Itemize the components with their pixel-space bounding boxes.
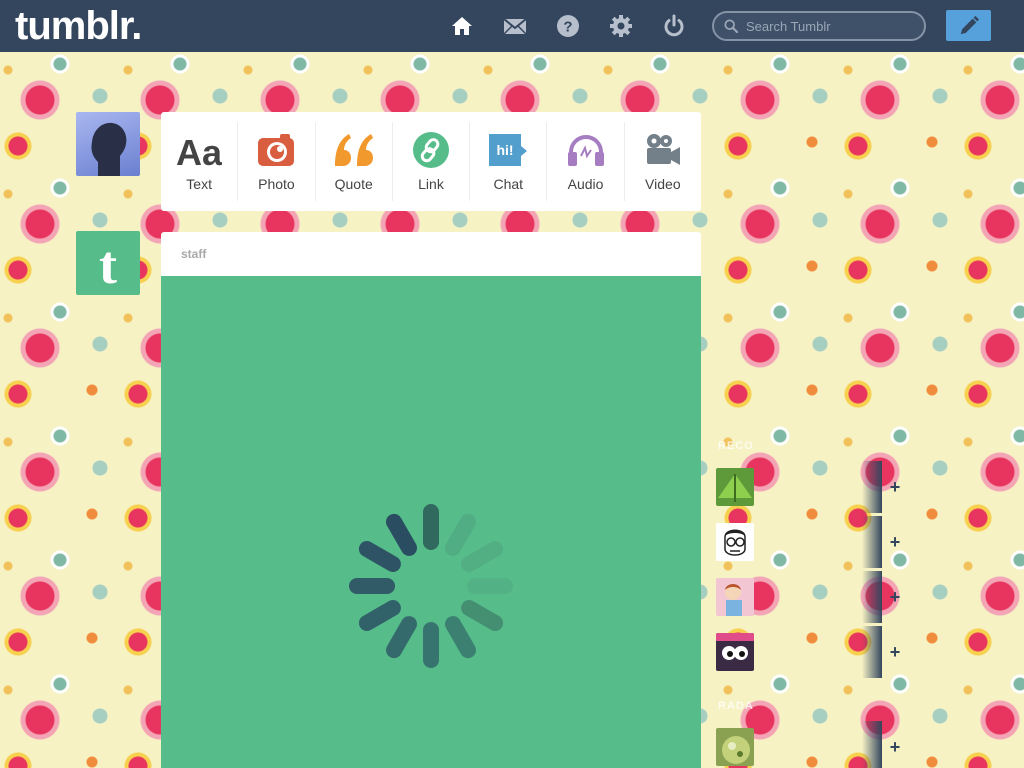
post-type-text[interactable]: Aa Text bbox=[161, 122, 239, 201]
search-input[interactable] bbox=[746, 18, 916, 34]
follow-button[interactable]: + bbox=[884, 736, 906, 758]
svg-text:t: t bbox=[99, 235, 117, 295]
top-bar: tumblr. ? bbox=[0, 0, 1024, 52]
post-media[interactable] bbox=[161, 276, 701, 768]
search-icon bbox=[724, 19, 738, 33]
headphones-icon bbox=[567, 135, 604, 166]
text-aa-icon: Aa bbox=[176, 132, 222, 170]
post-type-label: Link bbox=[418, 176, 444, 192]
power-icon[interactable] bbox=[661, 13, 687, 39]
loading-spinner-icon bbox=[349, 504, 513, 668]
search-box[interactable] bbox=[712, 11, 926, 41]
radar-heading: RADA bbox=[718, 700, 754, 712]
post-type-photo[interactable]: Photo bbox=[238, 122, 316, 201]
recommended-blog[interactable]: + bbox=[716, 461, 906, 513]
post-type-label: Quote bbox=[334, 176, 373, 192]
quote-icon bbox=[334, 134, 373, 166]
help-icon[interactable]: ? bbox=[555, 13, 581, 39]
link-icon bbox=[412, 132, 449, 168]
recommended-blog[interactable]: + bbox=[716, 626, 906, 678]
post-type-label: Photo bbox=[258, 176, 295, 192]
recommended-heading: RECO bbox=[718, 440, 754, 452]
video-camera-icon bbox=[646, 134, 680, 165]
dashboard-post: staff bbox=[161, 232, 701, 768]
follow-button[interactable]: + bbox=[884, 586, 906, 608]
svg-text:hi!: hi! bbox=[497, 142, 514, 158]
leaf-avatar[interactable] bbox=[716, 468, 754, 506]
svg-text:Aa: Aa bbox=[176, 132, 222, 170]
mail-icon[interactable] bbox=[502, 13, 528, 39]
food-avatar[interactable] bbox=[716, 728, 754, 766]
user-avatar[interactable] bbox=[76, 112, 140, 176]
follow-button[interactable]: + bbox=[884, 531, 906, 553]
radar-blog[interactable]: + bbox=[716, 721, 906, 768]
post-type-video[interactable]: Video bbox=[625, 122, 701, 201]
post-type-label: Text bbox=[186, 176, 212, 192]
post-author-link[interactable]: staff bbox=[181, 247, 206, 261]
silhouette-icon bbox=[91, 122, 127, 176]
glasses-face-avatar[interactable] bbox=[716, 523, 754, 561]
recommended-blog[interactable]: + bbox=[716, 571, 906, 623]
camera-icon bbox=[258, 134, 295, 166]
post-type-audio[interactable]: Audio bbox=[547, 122, 625, 201]
post-header: staff bbox=[161, 232, 701, 276]
tumblr-logo[interactable]: tumblr. bbox=[15, 4, 142, 49]
googly-eyes-avatar[interactable] bbox=[716, 633, 754, 671]
right-sidebar: RECO + + + + RADA + bbox=[702, 52, 1024, 768]
compose-button[interactable] bbox=[946, 10, 991, 41]
recommended-blog[interactable]: + bbox=[716, 516, 906, 568]
follow-button[interactable]: + bbox=[884, 476, 906, 498]
home-icon[interactable] bbox=[449, 13, 475, 39]
follow-button[interactable]: + bbox=[884, 641, 906, 663]
post-type-bar: Aa Text Photo Quote Link hi! Chat Audio … bbox=[161, 112, 701, 211]
cartoon-boy-avatar[interactable] bbox=[716, 578, 754, 616]
post-type-label: Video bbox=[645, 176, 681, 192]
post-type-label: Chat bbox=[493, 176, 524, 192]
post-type-quote[interactable]: Quote bbox=[316, 122, 393, 201]
gear-icon[interactable] bbox=[608, 13, 634, 39]
post-type-chat[interactable]: hi! Chat bbox=[470, 122, 548, 201]
post-type-label: Audio bbox=[567, 176, 604, 192]
tumblr-t-icon: t bbox=[99, 235, 117, 295]
pencil-icon bbox=[960, 15, 979, 34]
svg-text:?: ? bbox=[563, 19, 572, 36]
post-type-link[interactable]: Link bbox=[393, 122, 471, 201]
staff-avatar[interactable]: t bbox=[76, 231, 140, 295]
chat-bubble-icon: hi! bbox=[489, 134, 528, 166]
